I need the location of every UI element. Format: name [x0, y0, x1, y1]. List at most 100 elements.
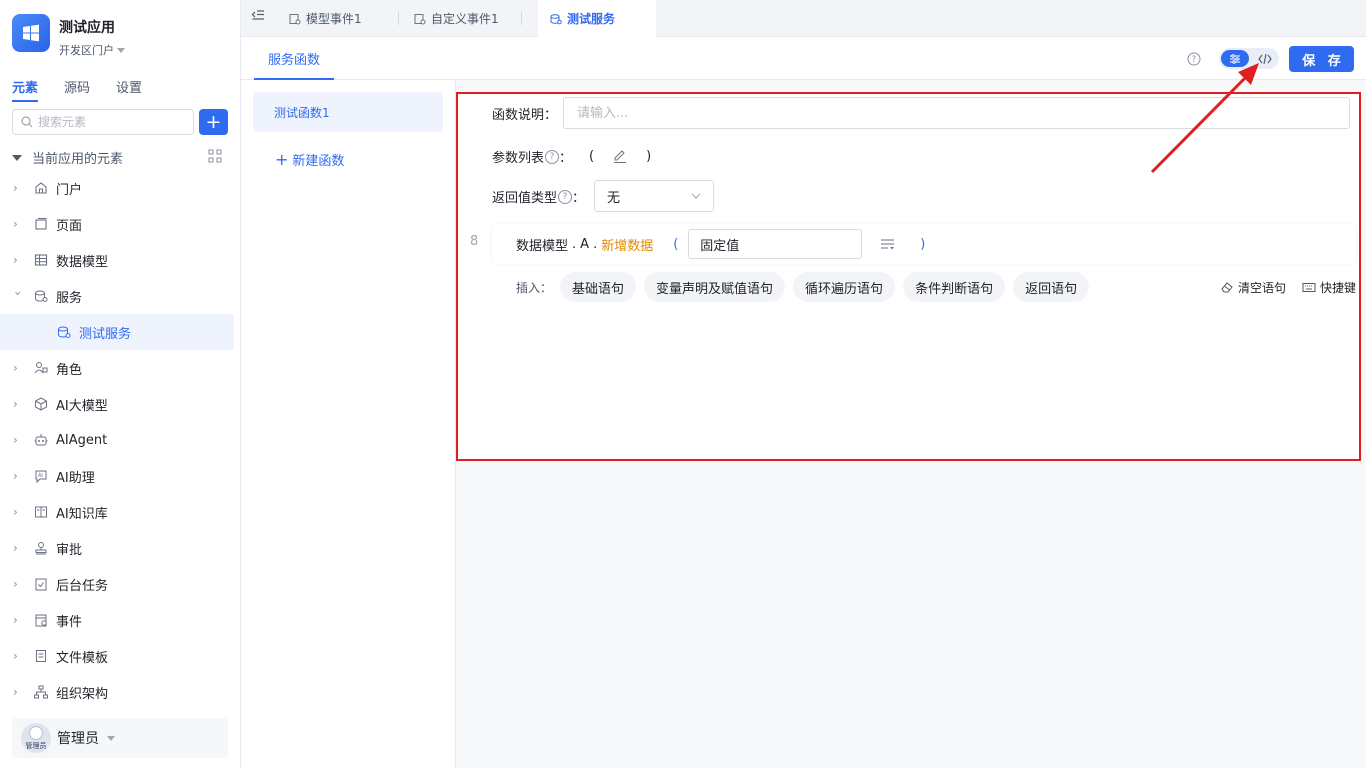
function-item[interactable]: 测试函数1 [253, 92, 443, 132]
app-name: 测试应用 [59, 20, 115, 36]
section-title: 当前应用的元素 [32, 152, 124, 167]
chevron-right-icon: › [13, 217, 18, 231]
help-icon[interactable]: ? [558, 189, 573, 204]
caret-down-icon [107, 735, 115, 741]
tab-source[interactable]: 源码 [64, 77, 90, 102]
svg-text:AI: AI [38, 473, 43, 479]
function-editor: 函数说明： 参数列表 ? ： ( ) 返回值类型 ? ： 无 8 数据模型 [456, 80, 1366, 768]
insert-condition-statement[interactable]: 条件判断语句 [903, 272, 1006, 302]
value-type-field[interactable]: 固定值 [688, 229, 863, 259]
service-icon [550, 13, 562, 25]
sidebar-item-label: 角色 [56, 362, 83, 378]
insert-basic-statement[interactable]: 基础语句 [560, 272, 637, 302]
sidebar-item-label: 后台任务 [56, 578, 109, 594]
sidebar-item-ai-assistant[interactable]: › AI AI助理 [0, 458, 234, 494]
chevron-right-icon: › [13, 649, 18, 663]
page-icon [33, 216, 49, 232]
insert-loop-statement[interactable]: 循环遍历语句 [793, 272, 896, 302]
tab-model-event[interactable]: 模型事件1 [289, 0, 362, 37]
sidebar-item-data-model[interactable]: › 数据模型 [0, 242, 234, 278]
visual-mode-button[interactable] [1221, 50, 1249, 67]
structure-icon[interactable] [208, 149, 222, 167]
desc-label: 函数说明： [492, 108, 558, 123]
tab-elements[interactable]: 元素 [12, 77, 39, 102]
sidebar-item-label: 审批 [56, 542, 83, 558]
statement-model: 数据模型 [516, 238, 569, 254]
save-button[interactable]: 保 存 [1289, 46, 1354, 72]
sidebar-item-label: 事件 [56, 614, 83, 630]
sidebar-item-label: 服务 [56, 290, 83, 306]
chevron-right-icon: › [13, 181, 18, 195]
insert-return-statement[interactable]: 返回语句 [1013, 272, 1090, 302]
return-type-select[interactable]: 无 [594, 180, 714, 212]
tab-label: 模型事件1 [306, 12, 362, 26]
sidebar-item-portal[interactable]: › 门户 [0, 170, 234, 206]
sidebar-tabs: 元素 源码 设置 [12, 77, 168, 102]
sidebar-item-org[interactable]: › 组织架构 [0, 674, 234, 710]
statement-method[interactable]: 新增数据 [601, 235, 653, 254]
sidebar-item-ai-agent[interactable]: › AIAgent [0, 422, 234, 458]
params-label: 参数列表 [492, 151, 545, 166]
stamp-icon [33, 540, 49, 556]
paren-close: ) [646, 148, 652, 164]
chevron-down-icon: › [11, 291, 25, 296]
user-menu[interactable]: 管理员 管理员 [12, 718, 228, 758]
app-header: 测试应用 开发区门户 [12, 14, 125, 58]
insert-tools: 清空语句 快捷键 [1205, 279, 1356, 296]
sidebar-item-ai-model[interactable]: › AI大模型 [0, 386, 234, 422]
tab-service-functions[interactable]: 服务函数 [254, 38, 335, 80]
help-icon[interactable]: ? [545, 149, 560, 164]
sidebar-item-roles[interactable]: › 角色 [0, 350, 234, 386]
clear-statements-button[interactable]: 清空语句 [1221, 279, 1286, 296]
sliders-icon [1230, 53, 1240, 64]
paren-open: ( [673, 236, 679, 252]
new-function-button[interactable]: + 新建函数 [275, 150, 344, 169]
service-icon [56, 324, 72, 340]
statement-dot: . [593, 236, 598, 252]
return-type-value: 无 [607, 190, 621, 206]
portal-selector[interactable]: 开发区门户 [59, 42, 125, 58]
return-colon: ： [572, 191, 586, 206]
portal-name: 开发区门户 [59, 44, 114, 57]
shortcuts-button[interactable]: 快捷键 [1302, 279, 1356, 296]
sidebar-item-label: 门户 [56, 182, 83, 198]
collapse-sidebar-icon[interactable] [251, 9, 265, 27]
event-icon [414, 13, 426, 25]
file-template-icon [33, 648, 49, 664]
chevron-right-icon: › [13, 505, 18, 519]
sidebar-item-test-service[interactable]: 测试服务 [0, 314, 234, 350]
cube-icon [33, 396, 49, 412]
sidebar-item-events[interactable]: › 事件 [0, 602, 234, 638]
search-input[interactable] [38, 115, 178, 129]
code-mode-button[interactable] [1253, 50, 1277, 67]
add-element-button[interactable]: + [199, 109, 228, 135]
help-icon[interactable]: ? [1187, 52, 1201, 70]
robot-icon [33, 432, 49, 448]
plus-icon: + [275, 150, 289, 169]
sidebar-item-services[interactable]: › 服务 [0, 278, 234, 314]
tab-settings[interactable]: 设置 [116, 77, 142, 102]
edit-icon[interactable] [612, 148, 628, 164]
home-icon [33, 180, 49, 196]
paren-open: ( [589, 148, 595, 164]
filter-list-icon[interactable] [880, 237, 896, 251]
function-description-input[interactable] [563, 97, 1350, 129]
statement-row[interactable]: 数据模型 . A . 新增数据 ( 固定值 ) [492, 224, 1356, 264]
tab-test-service[interactable]: 测试服务 [538, 0, 656, 37]
editor-toolbar: 服务函数 ? 保 存 [241, 38, 1366, 80]
sidebar-item-pages[interactable]: › 页面 [0, 206, 234, 242]
function-list: 测试函数1 + 新建函数 [241, 80, 456, 768]
line-number: 8 [470, 234, 479, 249]
chevron-right-icon: › [13, 541, 18, 555]
search-box [12, 109, 194, 135]
task-icon [33, 576, 49, 592]
section-header[interactable]: 当前应用的元素 [12, 148, 222, 167]
tab-custom-event[interactable]: 自定义事件1 [414, 0, 499, 37]
chevron-right-icon: › [13, 613, 18, 627]
sidebar-item-approval[interactable]: › 审批 [0, 530, 234, 566]
sidebar-item-label: 文件模板 [56, 650, 109, 666]
sidebar-item-background-task[interactable]: › 后台任务 [0, 566, 234, 602]
sidebar-item-ai-knowledge[interactable]: › AI知识库 [0, 494, 234, 530]
sidebar-item-file-template[interactable]: › 文件模板 [0, 638, 234, 674]
insert-variable-statement[interactable]: 变量声明及赋值语句 [644, 272, 786, 302]
